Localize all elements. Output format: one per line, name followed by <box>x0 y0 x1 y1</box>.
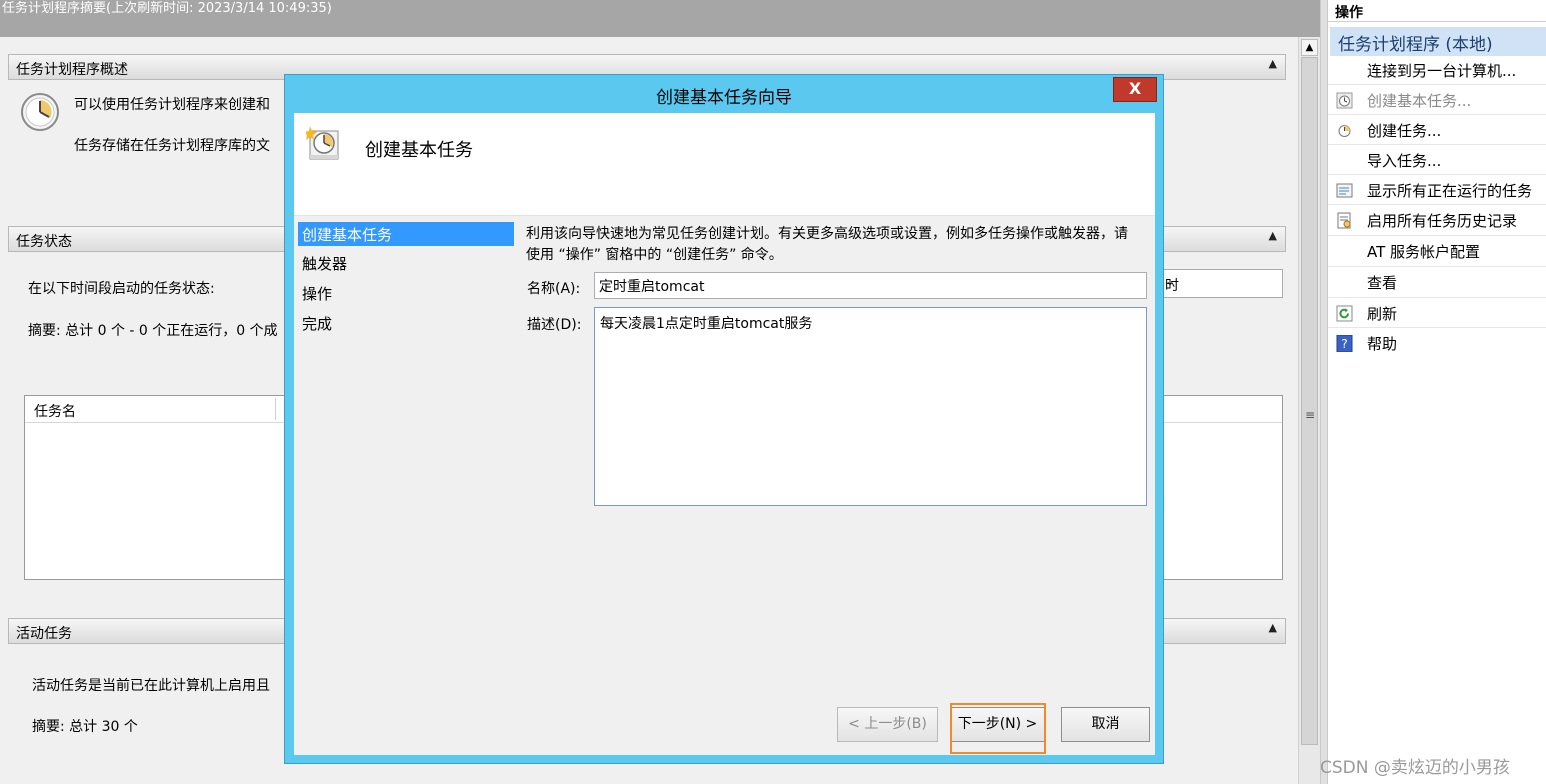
action-enable-task-history[interactable]: 启用所有任务历史记录 <box>1328 205 1546 235</box>
action-create-basic-task[interactable]: 创建基本任务... <box>1328 85 1546 115</box>
active-tasks-header-title: 活动任务 <box>16 626 72 642</box>
actions-pane-title: 操作 <box>1335 5 1363 21</box>
wizard-step-create-basic-task[interactable]: 创建基本任务 <box>298 222 514 246</box>
action-label: 导入任务... <box>1367 152 1442 170</box>
close-button[interactable]: X <box>1113 77 1157 102</box>
create-basic-task-dialog: 创建基本任务向导 X 创建基本任务 创建基本任务 触发器 操作 完成 利用该向导… <box>284 74 1164 764</box>
dialog-title: 创建基本任务向导 <box>656 88 792 108</box>
action-label: AT 服务帐户配置 <box>1367 243 1481 261</box>
task-description-input[interactable]: 每天凌晨1点定时重启tomcat服务 <box>594 307 1147 506</box>
window-titlebar: 任务计划程序摘要(上次刷新时间: 2023/3/14 10:49:35) <box>0 0 1320 37</box>
action-at-service-config[interactable]: AT 服务帐户配置 <box>1328 236 1546 266</box>
svg-text:?: ? <box>1341 337 1347 351</box>
cancel-button[interactable]: 取消 <box>1061 707 1150 742</box>
column-separator[interactable] <box>275 398 276 420</box>
wizard-step-action[interactable]: 操作 <box>298 281 514 305</box>
pane-splitter[interactable] <box>1320 0 1328 784</box>
clock-wizard-icon <box>1336 92 1353 109</box>
active-tasks-description: 活动任务是当前已在此计算机上启用且 <box>32 678 270 694</box>
close-icon: X <box>1128 79 1142 98</box>
action-label: 查看 <box>1367 274 1398 292</box>
action-label: 启用所有任务历史记录 <box>1367 212 1518 230</box>
task-status-header-title: 任务状态 <box>16 234 72 250</box>
task-status-summary: 摘要: 总计 0 个 - 0 个正在运行，0 个成 <box>28 323 278 339</box>
action-show-running-tasks[interactable]: 显示所有正在运行的任务 <box>1328 175 1546 205</box>
action-label: 创建基本任务... <box>1367 92 1472 110</box>
action-connect-computer[interactable]: 连接到另一台计算机... <box>1328 55 1546 85</box>
actions-group-header[interactable]: 任务计划程序 (本地) <box>1330 27 1546 56</box>
wizard-step-label: 完成 <box>302 315 333 333</box>
task-name-input[interactable] <box>594 272 1147 299</box>
actions-group-title: 任务计划程序 (本地) <box>1338 35 1493 55</box>
collapse-caret-icon[interactable]: ▲ <box>1269 621 1277 634</box>
wizard-body: 创建基本任务 触发器 操作 完成 利用该向导快速地为常见任务创建计划。有关更多高… <box>294 216 1155 755</box>
action-label: 帮助 <box>1367 335 1398 353</box>
grip-icon: ≡ <box>1305 408 1316 422</box>
wizard-heading: 创建基本任务 <box>365 140 473 161</box>
action-refresh[interactable]: 刷新 <box>1328 298 1546 328</box>
name-label: 名称(A): <box>527 281 581 297</box>
wizard-step-trigger[interactable]: 触发器 <box>298 251 514 275</box>
column-header-task-name[interactable]: 任务名 <box>34 401 76 421</box>
wizard-header: 创建基本任务 <box>294 113 1155 216</box>
overview-line-2: 任务存储在任务计划程序库的文 <box>74 138 270 154</box>
wizard-step-label: 操作 <box>302 285 333 303</box>
collapse-caret-icon[interactable]: ▲ <box>1269 229 1277 242</box>
action-label: 刷新 <box>1367 305 1398 323</box>
collapse-caret-icon[interactable]: ▲ <box>1269 57 1277 70</box>
dialog-titlebar[interactable]: 创建基本任务向导 <box>285 75 1163 113</box>
action-import-task[interactable]: 导入任务... <box>1328 145 1546 175</box>
action-view[interactable]: 查看 <box>1328 267 1546 297</box>
wizard-step-finish[interactable]: 完成 <box>298 311 514 335</box>
back-button[interactable]: < 上一步(B) <box>837 707 938 742</box>
window-title: 任务计划程序摘要(上次刷新时间: 2023/3/14 10:49:35) <box>2 1 332 16</box>
action-create-task[interactable]: 创建任务... <box>1328 115 1546 145</box>
action-label: 连接到另一台计算机... <box>1367 62 1517 80</box>
actions-pane-header: 操作 <box>1328 0 1546 22</box>
next-button-highlight-box <box>950 703 1046 754</box>
action-label: 显示所有正在运行的任务 <box>1367 182 1533 200</box>
wizard-intro-text: 利用该向导快速地为常见任务创建计划。有关更多高级选项或设置，例如多任务操作或触发… <box>526 226 1128 263</box>
period-label: 在以下时间段启动的任务状态: <box>28 281 215 297</box>
overview-line-1: 可以使用任务计划程序来创建和 <box>74 97 270 113</box>
task-wizard-icon <box>306 126 339 160</box>
action-label: 创建任务... <box>1367 122 1442 140</box>
help-icon: ? <box>1336 335 1353 352</box>
description-label: 描述(D): <box>527 317 582 333</box>
history-icon <box>1337 212 1351 229</box>
refresh-icon <box>1336 305 1353 322</box>
wizard-step-label: 创建基本任务 <box>302 226 393 244</box>
dialog-client-area: 创建基本任务 创建基本任务 触发器 操作 完成 利用该向导快速地为常见任务创建计… <box>294 113 1155 755</box>
clock-icon <box>21 93 59 131</box>
active-tasks-summary: 摘要: 总计 30 个 <box>32 719 138 735</box>
chevron-down-icon: ⌄ <box>1165 274 1176 288</box>
action-help[interactable]: ? 帮助 <box>1328 328 1546 358</box>
overview-header-title: 任务计划程序概述 <box>16 62 128 78</box>
actions-pane: 操作 任务计划程序 (本地) 连接到另一台计算机... 创建基本任务... 创建… <box>1328 0 1546 784</box>
vertical-scrollbar[interactable]: ▲ ≡ <box>1298 37 1320 784</box>
period-select[interactable]: 时 ⌄ <box>1160 269 1283 298</box>
scroll-up-icon[interactable]: ▲ <box>1301 39 1318 56</box>
scrollbar-thumb[interactable]: ≡ <box>1301 57 1318 745</box>
running-tasks-icon <box>1336 183 1353 198</box>
watermark: CSDN @卖炫迈的小男孩 <box>1320 758 1510 778</box>
wizard-step-label: 触发器 <box>302 255 348 273</box>
clock-icon <box>1338 125 1351 137</box>
